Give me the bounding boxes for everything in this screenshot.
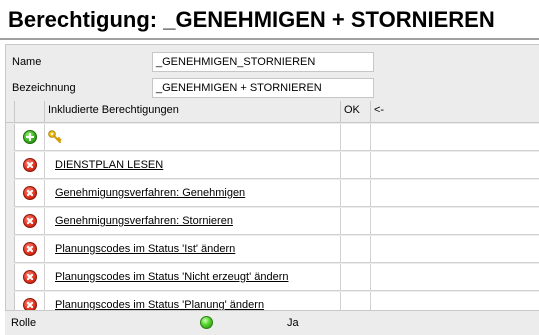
table-row: Planungscodes im Status 'Ist' ändern	[6, 236, 539, 263]
bezeichnung-label: Bezeichnung	[12, 82, 76, 94]
icon-cell	[15, 180, 45, 207]
add-cell	[15, 124, 45, 151]
permission-link[interactable]: Genehmigungsverfahren: Stornieren	[55, 215, 233, 227]
add-icon[interactable]	[23, 130, 37, 144]
arrow-cell	[371, 152, 539, 179]
delete-icon[interactable]	[23, 214, 37, 228]
icon-cell	[15, 264, 45, 291]
row-selector[interactable]	[6, 180, 15, 207]
permission-link[interactable]: Planungscodes im Status 'Ist' ändern	[55, 243, 235, 255]
permission-link[interactable]: Planungscodes im Status 'Nicht erzeugt' …	[55, 271, 289, 283]
header-selector-cell	[6, 101, 15, 123]
name-row: Name _GENEHMIGEN_STORNIEREN	[6, 49, 539, 74]
column-header-included[interactable]: Inkludierte Berechtigungen	[45, 101, 341, 123]
table-row: Planungscodes im Status 'Nicht erzeugt' …	[6, 264, 539, 291]
row-selector[interactable]	[6, 208, 15, 235]
toolbar-name-cell	[45, 124, 341, 151]
name-field[interactable]: _GENEHMIGEN_STORNIEREN	[152, 52, 374, 72]
name-cell: Planungscodes im Status 'Ist' ändern	[45, 236, 341, 263]
delete-icon[interactable]	[23, 158, 37, 172]
title-divider	[0, 38, 539, 40]
name-cell: DIENSTPLAN LESEN	[45, 152, 341, 179]
role-label: Rolle	[11, 317, 37, 329]
row-selector[interactable]	[6, 152, 15, 179]
ok-cell	[341, 208, 371, 235]
column-header-ok[interactable]: OK	[341, 101, 371, 123]
bezeichnung-row: Bezeichnung _GENEHMIGEN + STORNIEREN	[6, 75, 539, 100]
header-icon-cell	[15, 101, 45, 123]
arrow-cell	[371, 208, 539, 235]
delete-icon[interactable]	[23, 242, 37, 256]
status-indicator-icon	[200, 316, 213, 329]
arrow-cell	[371, 180, 539, 207]
delete-icon[interactable]	[23, 270, 37, 284]
bezeichnung-field[interactable]: _GENEHMIGEN + STORNIEREN	[152, 78, 374, 98]
row-selector[interactable]	[6, 236, 15, 263]
delete-icon[interactable]	[23, 186, 37, 200]
row-selector[interactable]	[6, 124, 15, 151]
role-value: Ja	[287, 317, 299, 329]
arrow-cell	[371, 264, 539, 291]
table-row: Genehmigungsverfahren: Genehmigen	[6, 180, 539, 207]
table-row: DIENSTPLAN LESEN	[6, 152, 539, 179]
toolbar-arrow-cell	[371, 124, 539, 151]
permission-form: Name _GENEHMIGEN_STORNIEREN Bezeichnung …	[5, 44, 539, 335]
name-cell: Genehmigungsverfahren: Stornieren	[45, 208, 341, 235]
table-row: Genehmigungsverfahren: Stornieren	[6, 208, 539, 235]
name-label: Name	[12, 56, 42, 68]
row-selector[interactable]	[6, 264, 15, 291]
toolbar-row	[6, 124, 539, 151]
arrow-cell	[371, 236, 539, 263]
role-footer: Rolle Ja	[5, 310, 539, 335]
name-cell: Planungscodes im Status 'Nicht erzeugt' …	[45, 264, 341, 291]
ok-cell	[341, 180, 371, 207]
column-header-arrow[interactable]: <-	[371, 101, 539, 123]
toolbar-ok-cell	[341, 124, 371, 151]
name-cell: Genehmigungsverfahren: Genehmigen	[45, 180, 341, 207]
page-title: Berechtigung: _GENEHMIGEN + STORNIEREN	[8, 7, 495, 32]
ok-cell	[341, 236, 371, 263]
permission-link[interactable]: DIENSTPLAN LESEN	[55, 159, 163, 171]
icon-cell	[15, 208, 45, 235]
icon-cell	[15, 152, 45, 179]
permission-link[interactable]: Genehmigungsverfahren: Genehmigen	[55, 187, 245, 199]
ok-cell	[341, 264, 371, 291]
grid-header: Inkludierte Berechtigungen OK <-	[6, 101, 539, 123]
ok-cell	[341, 152, 371, 179]
icon-cell	[15, 236, 45, 263]
